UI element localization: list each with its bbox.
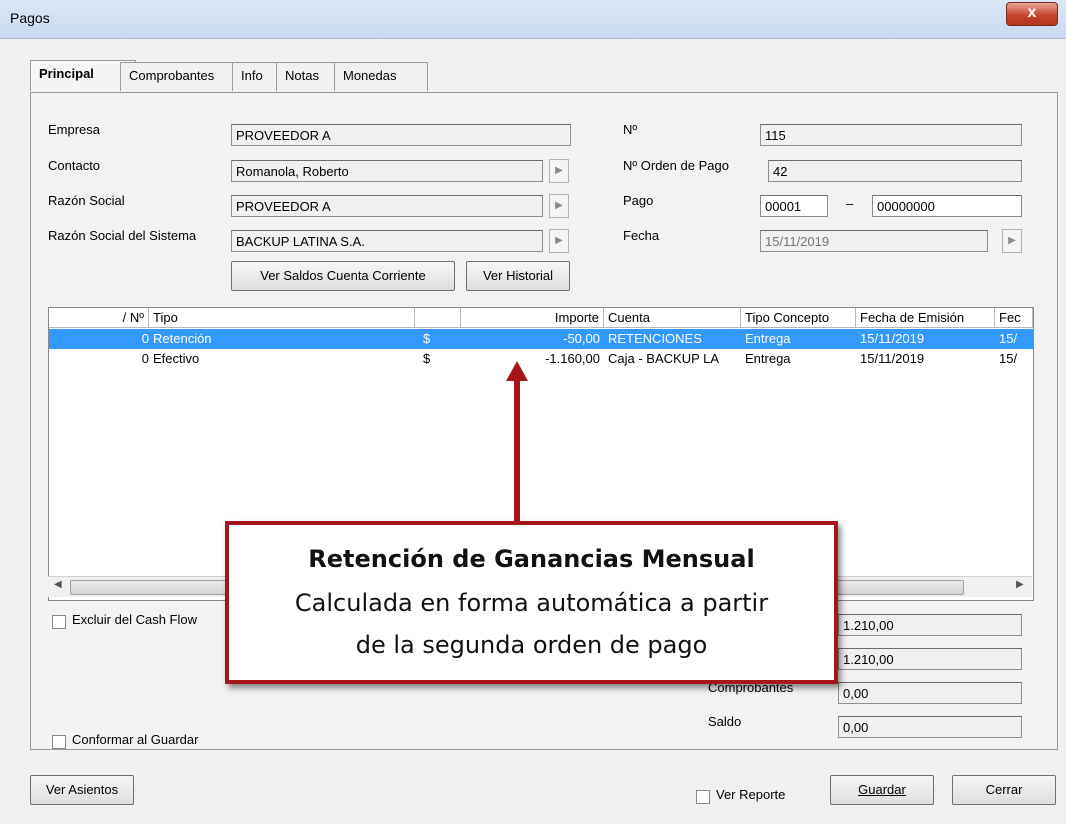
empresa-label: Empresa xyxy=(48,122,101,137)
table-row[interactable]: 0 Efectivo $ -1.160,00 Caja - BACKUP LA … xyxy=(49,349,1033,369)
tab-comprobantes[interactable]: Comprobantes xyxy=(120,62,248,91)
contacto-arrow-button[interactable]: ▶ xyxy=(549,159,569,183)
razon-social-sistema-field[interactable]: BACKUP LATINA S.A. xyxy=(231,230,543,252)
pago-punto-venta-input[interactable]: 00001 xyxy=(760,195,828,217)
fecha-arrow-button[interactable]: ▶ xyxy=(1002,229,1022,253)
annotation-callout: Retención de Ganancias Mensual Calculada… xyxy=(225,521,838,684)
cerrar-button[interactable]: Cerrar xyxy=(952,775,1056,805)
contacto-label: Contacto xyxy=(48,158,101,173)
close-icon: x xyxy=(1027,4,1037,21)
cell-moneda: $ xyxy=(423,331,431,346)
cell-moneda: $ xyxy=(423,351,431,366)
numero-field[interactable]: 115 xyxy=(760,124,1022,146)
header-nro[interactable]: / Nº xyxy=(49,308,149,328)
ver-reporte-checkbox[interactable] xyxy=(696,790,710,804)
cell-nro: 0 xyxy=(141,351,149,366)
ver-asientos-button[interactable]: Ver Asientos xyxy=(30,775,134,805)
cell-cuenta: RETENCIONES xyxy=(608,331,702,346)
annotation-arrow xyxy=(514,378,520,522)
triangle-right-icon: ▶ xyxy=(555,165,563,176)
close-button[interactable]: x xyxy=(1006,2,1058,26)
conformar-label: Conformar al Guardar xyxy=(72,732,199,747)
razon-social-field[interactable]: PROVEEDOR A xyxy=(231,195,543,217)
table-row[interactable]: 0 Retención $ -50,00 RETENCIONES Entrega… xyxy=(49,329,1033,349)
header-moneda[interactable] xyxy=(415,308,461,328)
comprobantes-field: 0,00 xyxy=(838,682,1022,704)
ver-historial-button[interactable]: Ver Historial xyxy=(466,261,570,291)
orden-pago-label: Nº Orden de Pago xyxy=(623,158,729,173)
orden-pago-field[interactable]: 42 xyxy=(768,160,1022,182)
ver-saldos-button[interactable]: Ver Saldos Cuenta Corriente xyxy=(231,261,455,291)
numero-label: Nº xyxy=(623,122,638,137)
cell-tipo: Retención xyxy=(153,331,212,346)
razon-social-arrow-button[interactable]: ▶ xyxy=(549,194,569,218)
header-cuenta[interactable]: Cuenta xyxy=(604,308,741,328)
conformar-checkbox[interactable] xyxy=(52,735,66,749)
scroll-left-icon[interactable]: ◀ xyxy=(54,579,62,590)
contacto-field[interactable]: Romanola, Roberto xyxy=(231,160,543,182)
cell-fec: 15/ xyxy=(999,351,1018,366)
window-title: Pagos xyxy=(10,10,50,26)
empresa-field[interactable]: PROVEEDOR A xyxy=(231,124,571,146)
tab-monedas[interactable]: Monedas xyxy=(334,62,428,91)
pago-label: Pago xyxy=(623,193,654,208)
header-importe[interactable]: Importe xyxy=(461,308,604,328)
header-tipo-concepto[interactable]: Tipo Concepto xyxy=(741,308,856,328)
ver-reporte-label: Ver Reporte xyxy=(716,787,786,802)
callout-line-3: de la segunda orden de pago xyxy=(355,631,708,659)
pago-separator: – xyxy=(846,196,854,211)
arrow-up-icon xyxy=(506,361,528,381)
header-tipo[interactable]: Tipo xyxy=(149,308,415,328)
callout-line-2: Calculada en forma automática a partir xyxy=(294,589,769,617)
triangle-right-icon: ▶ xyxy=(1008,235,1016,246)
scroll-right-icon[interactable]: ▶ xyxy=(1016,579,1024,590)
cell-importe: -1.160,00 xyxy=(545,351,600,366)
guardar-button[interactable]: Guardar xyxy=(830,775,934,805)
cell-tipo-concepto: Entrega xyxy=(745,331,791,346)
cell-importe: -50,00 xyxy=(563,331,600,346)
cell-fecha-emision: 15/11/2019 xyxy=(860,331,925,346)
header-fecha-emision[interactable]: Fecha de Emisión xyxy=(856,308,995,328)
cell-nro: 0 xyxy=(141,331,149,346)
total-field-2: 1.210,00 xyxy=(838,648,1022,670)
razon-social-label: Razón Social xyxy=(48,193,125,208)
razon-social-sistema-label: Razón Social del Sistema xyxy=(48,228,197,243)
saldo-field: 0,00 xyxy=(838,716,1022,738)
razon-social-sistema-arrow-button[interactable]: ▶ xyxy=(549,229,569,253)
triangle-right-icon: ▶ xyxy=(555,235,563,246)
cell-fecha-emision: 15/11/2019 xyxy=(860,351,925,366)
fecha-field[interactable]: 15/11/2019 xyxy=(760,230,988,252)
triangle-right-icon: ▶ xyxy=(555,200,563,211)
cell-cuenta: Caja - BACKUP LA xyxy=(608,351,720,366)
cell-fec: 15/ xyxy=(999,331,1018,346)
cell-tipo-concepto: Entrega xyxy=(745,351,791,366)
title-bar: Pagos x xyxy=(0,0,1066,39)
callout-title: Retención de Ganancias Mensual xyxy=(308,545,755,573)
saldo-label: Saldo xyxy=(708,714,742,729)
excluir-cash-flow-label: Excluir del Cash Flow xyxy=(72,612,197,627)
excluir-cash-flow-checkbox[interactable] xyxy=(52,615,66,629)
header-fec[interactable]: Fec xyxy=(995,308,1033,328)
pago-numero-input[interactable]: 00000000 xyxy=(872,195,1022,217)
cell-tipo: Efectivo xyxy=(153,351,200,366)
total-field-1: 1.210,00 xyxy=(838,614,1022,636)
fecha-label: Fecha xyxy=(623,228,660,243)
